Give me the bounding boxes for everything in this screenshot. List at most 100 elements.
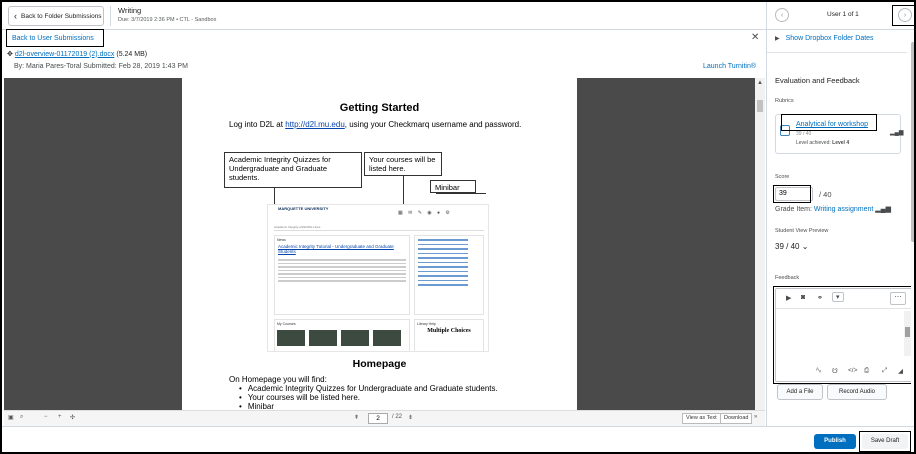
file-link[interactable]: d2l-overview-01172019 (2).docx [15, 51, 114, 58]
download-button[interactable]: Download [720, 413, 753, 424]
highlight-box [859, 431, 911, 452]
shot-resources-widget [414, 235, 484, 315]
callout-quizzes: Academic Integrity Quizzes for Undergrad… [224, 152, 362, 188]
highlight-box [773, 286, 913, 384]
doc-body: On Homepage you will find: Academic Inte… [229, 375, 498, 410]
viewer-toolbar: ▣ ⌕ − + ✣ ⇞ 2 / 22 ⇟ View as Text Downlo… [4, 410, 765, 426]
move-icon: ✥ [7, 51, 13, 58]
chevron-left-icon: ‹ [780, 11, 784, 19]
document-viewer[interactable]: Getting Started Log into D2L at http://d… [4, 78, 765, 410]
intro-text: Log into D2L at [229, 120, 286, 129]
rubrics-label: Rubrics [775, 98, 794, 104]
chevron-down-icon: ⌄ [801, 242, 809, 251]
scroll-thumb[interactable] [757, 100, 763, 112]
doc-intro: Log into D2L at http://d2l.mu.edu, using… [229, 120, 529, 130]
launch-turnitin-link[interactable]: Launch Turnitin® [703, 63, 756, 70]
assignment-title: Writing [118, 6, 142, 15]
back-to-folder-button[interactable]: ‹ Back to Folder Submissions [8, 6, 104, 26]
app-frame: ‹ Back to Folder Submissions Writing Due… [0, 0, 916, 454]
expand-icon[interactable]: » [754, 414, 757, 420]
divider [767, 52, 907, 53]
search-icon[interactable]: ⌕ [20, 414, 23, 421]
grade-item: Grade Item: Writing assignment ▂▄▆ [775, 205, 891, 213]
viewer-scrollbar[interactable]: ▲ [755, 78, 765, 410]
shot-library-label: Library Help [417, 322, 436, 326]
callout-courses: Your courses will be listed here. [364, 152, 442, 176]
show-dates-toggle[interactable]: ▶ Show Dropbox Folder Dates [775, 35, 874, 42]
submission-byline: By: Maria Pares-Toral Submitted: Feb 28,… [14, 63, 188, 70]
shot-minibar-icons: ▦ ✉ ✎ ◉ ● ⚙ [398, 210, 452, 216]
user-count: User 1 of 1 [827, 11, 859, 18]
embedded-screenshot: MARQUETTE UNIVERSITY ▦ ✉ ✎ ◉ ● ⚙ Academi… [267, 204, 489, 352]
rubric-score: 39 / 40 [796, 131, 812, 137]
fit-page-icon[interactable]: ✣ [70, 414, 75, 421]
file-size: (5.24 MB) [116, 50, 148, 58]
shot-news-title: Academic Integrity Tutorial - Undergradu… [278, 244, 394, 254]
highlight-box [892, 5, 914, 26]
highlight-box [6, 29, 104, 47]
assignment-title-block: Writing Due: 3/7/2019 2:36 PM • CTL - Sa… [118, 6, 216, 23]
doc-bullets: Academic Integrity Quizzes for Undergrad… [229, 384, 498, 410]
grade-item-link[interactable]: Writing assignment [814, 206, 873, 213]
back-to-folder-label: Back to Folder Submissions [21, 12, 102, 20]
record-audio-button[interactable]: Record Audio [827, 384, 887, 400]
shot-news-lines [275, 254, 409, 287]
shot-courses-label: My Courses [277, 322, 296, 326]
shot-library-widget: Library Help Multiple Choices [414, 319, 484, 351]
show-dates-label: Show Dropbox Folder Dates [785, 35, 874, 42]
rubric-level: Level achieved: Level 4 [796, 140, 849, 146]
svp-value[interactable]: 39 / 40 ⌄ [775, 242, 808, 251]
svp-label: Student View Preview [775, 228, 829, 234]
page-total: / 22 [392, 414, 403, 420]
feedback-label: Feedback [775, 275, 800, 281]
highlight-box [773, 185, 811, 203]
assignment-subtitle: Due: 3/7/2019 2:36 PM • CTL - Sandbox [118, 17, 217, 23]
user-navigator: ‹ User 1 of 1 › [766, 2, 914, 30]
callout-minibar: Minibar [430, 180, 476, 193]
chevron-left-icon: ‹ [14, 10, 17, 21]
divider [110, 6, 111, 26]
evaluation-panel: ▶ Show Dropbox Folder Dates Evaluation a… [766, 30, 914, 426]
page-up-icon[interactable]: ⇞ [354, 414, 359, 421]
page-down-icon[interactable]: ⇟ [408, 414, 413, 421]
doc-bullet: Minibar [239, 402, 498, 410]
stats-bars-icon[interactable]: ▂▄▆ [875, 206, 891, 213]
footer-bar: Publish Save Draft [2, 426, 914, 452]
arrow-line [436, 193, 486, 194]
panel-scrollbar[interactable] [911, 32, 914, 422]
zoom-in-icon[interactable]: + [58, 414, 62, 420]
shot-logo: MARQUETTE UNIVERSITY [278, 206, 329, 211]
triangle-right-icon: ▶ [775, 36, 780, 42]
previous-user-button[interactable]: ‹ [775, 8, 789, 22]
stats-bars-icon[interactable]: ▂▄▆ [890, 129, 903, 136]
eval-heading: Evaluation and Feedback [775, 76, 860, 85]
zoom-out-icon[interactable]: − [44, 414, 48, 420]
shot-news-header: News [277, 238, 286, 242]
publish-button[interactable]: Publish [814, 434, 856, 449]
shot-courses-widget: My Courses [274, 319, 410, 351]
shot-nav: Academic Integrity eSSIXWs Lines [274, 225, 484, 231]
score-out-of: / 40 [819, 190, 832, 199]
rubric-level-value: Level 4 [832, 140, 850, 146]
doc-body-intro: On Homepage you will find: [229, 375, 327, 384]
scroll-up-icon[interactable]: ▲ [757, 80, 763, 86]
doc-heading-homepage: Homepage [352, 358, 407, 370]
highlight-box [781, 114, 877, 131]
shot-multiple-choices: Multiple Choices [427, 328, 471, 334]
score-label: Score [775, 174, 790, 180]
intro-text-end: , using your Checkmarq username and pass… [344, 120, 522, 129]
svp-score: 39 / 40 [775, 242, 800, 251]
shot-news-widget: News Academic Integrity Tutorial - Under… [274, 235, 410, 315]
panel-scroll-thumb[interactable] [911, 42, 914, 242]
sidebar-toggle-icon[interactable]: ▣ [8, 414, 14, 421]
grade-item-label: Grade Item: [775, 206, 812, 213]
d2l-link[interactable]: http://d2l.mu.edu [285, 120, 345, 129]
page-number-input[interactable]: 2 [368, 413, 388, 424]
add-file-button[interactable]: Add a File [777, 384, 823, 400]
close-icon[interactable]: ✕ [751, 32, 759, 43]
doc-bullet: Your courses will be listed here. [239, 393, 498, 402]
doc-heading: Getting Started [339, 102, 420, 114]
rubric-level-label: Level achieved: [796, 140, 831, 146]
view-as-text-button[interactable]: View as Text [682, 413, 721, 424]
doc-bullet: Academic Integrity Quizzes for Undergrad… [239, 384, 498, 393]
